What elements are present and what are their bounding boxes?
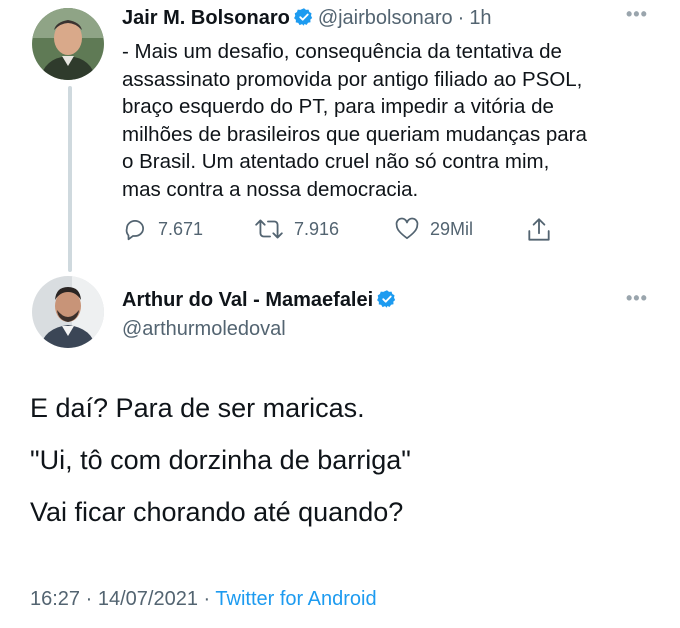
retweet-count: 7.916 xyxy=(294,218,340,239)
reply-action[interactable]: 7.671 xyxy=(122,216,203,242)
share-action[interactable] xyxy=(526,216,562,244)
tweet-header: Jair M. Bolsonaro @jairbolsonaro · 1h xyxy=(122,7,492,32)
thread-connector xyxy=(68,86,72,272)
avatar-bolsonaro[interactable] xyxy=(32,8,104,80)
tweet-source-link[interactable]: Twitter for Android xyxy=(215,588,376,610)
more-dots-icon[interactable]: ••• xyxy=(626,288,648,309)
share-icon xyxy=(528,218,550,241)
reply-time[interactable]: 16:27 xyxy=(30,588,80,610)
retweet-action[interactable]: 7.916 xyxy=(254,216,339,242)
comment-icon xyxy=(125,220,144,241)
like-action[interactable]: 29Mil xyxy=(394,216,473,242)
reply-text: E daí? Para de ser maricas. "Ui, tô com … xyxy=(30,388,650,544)
author-name[interactable]: Jair M. Bolsonaro xyxy=(122,7,290,29)
reply-count: 7.671 xyxy=(158,218,204,239)
tweet-metadata: 16:27 · 14/07/2021 · Twitter for Android xyxy=(30,588,377,611)
separator: · xyxy=(203,588,211,610)
retweet-icon xyxy=(255,219,283,239)
verified-badge-icon xyxy=(293,7,314,32)
reply-line: "Ui, tô com dorzinha de barriga" xyxy=(30,445,411,475)
reply-line: Vai ficar chorando até quando? xyxy=(30,497,404,527)
author-handle[interactable]: @jairbolsonaro xyxy=(318,7,453,29)
more-dots-icon[interactable]: ••• xyxy=(626,4,648,25)
reply-date[interactable]: 14/07/2021 xyxy=(98,588,198,610)
avatar-arthur[interactable] xyxy=(32,276,104,348)
heart-icon xyxy=(395,217,419,240)
reply-header: Arthur do Val - Mamaefalei xyxy=(122,289,401,314)
separator: · xyxy=(457,7,465,29)
tweet-time[interactable]: 1h xyxy=(469,7,491,29)
reply-author-handle[interactable]: @arthurmoledoval xyxy=(122,318,286,341)
tweet-actions: 7.671 7.916 29Mil xyxy=(122,216,562,244)
verified-badge-icon xyxy=(377,289,397,314)
reply-line: E daí? Para de ser maricas. xyxy=(30,393,365,423)
separator: · xyxy=(85,588,93,610)
tweet-text: - Mais um desafio, consequência da tenta… xyxy=(122,40,587,201)
like-count: 29Mil xyxy=(430,218,474,239)
reply-author-name[interactable]: Arthur do Val - Mamaefalei xyxy=(122,289,373,311)
